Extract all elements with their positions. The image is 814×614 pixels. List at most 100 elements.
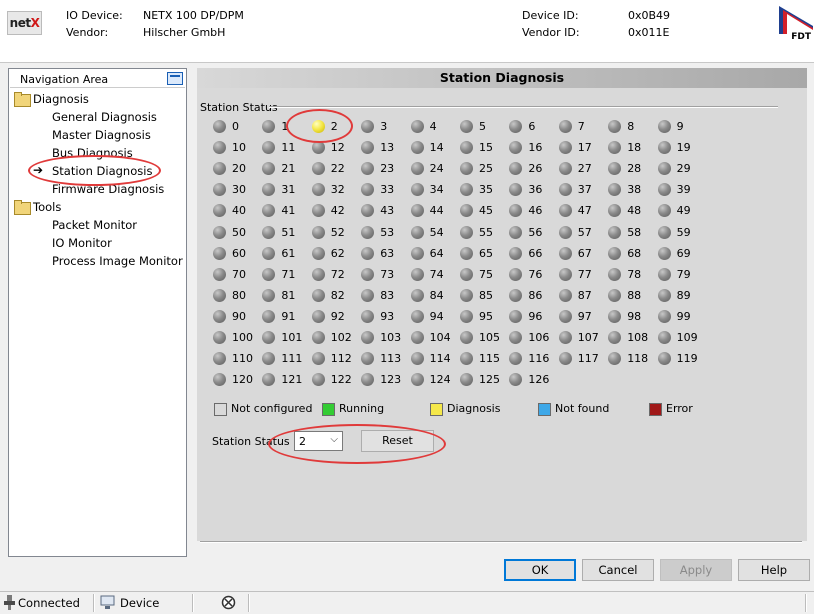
station-30[interactable]: 30 bbox=[213, 182, 262, 197]
station-28[interactable]: 28 bbox=[608, 161, 657, 176]
station-51[interactable]: 51 bbox=[262, 225, 311, 240]
station-120[interactable]: 120 bbox=[213, 372, 262, 387]
station-18[interactable]: 18 bbox=[608, 140, 657, 155]
station-3[interactable]: 3 bbox=[361, 119, 410, 134]
station-75[interactable]: 75 bbox=[460, 267, 509, 282]
station-99[interactable]: 99 bbox=[657, 309, 707, 324]
station-48[interactable]: 48 bbox=[608, 203, 657, 218]
station-70[interactable]: 70 bbox=[213, 267, 262, 282]
station-84[interactable]: 84 bbox=[410, 288, 460, 303]
station-111[interactable]: 111 bbox=[262, 351, 311, 366]
station-53[interactable]: 53 bbox=[361, 225, 410, 240]
station-65[interactable]: 65 bbox=[460, 246, 509, 261]
station-4[interactable]: 4 bbox=[410, 119, 460, 134]
ok-button[interactable]: OK bbox=[504, 559, 576, 581]
station-79[interactable]: 79 bbox=[657, 267, 707, 282]
station-42[interactable]: 42 bbox=[311, 203, 361, 218]
cancel-button[interactable]: Cancel bbox=[582, 559, 654, 581]
nav-item-process-image-monitor[interactable]: Process Image Monitor bbox=[52, 254, 183, 268]
station-49[interactable]: 49 bbox=[657, 203, 707, 218]
station-115[interactable]: 115 bbox=[460, 351, 509, 366]
station-78[interactable]: 78 bbox=[608, 267, 657, 282]
station-93[interactable]: 93 bbox=[361, 309, 410, 324]
station-89[interactable]: 89 bbox=[657, 288, 707, 303]
station-97[interactable]: 97 bbox=[558, 309, 608, 324]
station-56[interactable]: 56 bbox=[509, 225, 558, 240]
station-80[interactable]: 80 bbox=[213, 288, 262, 303]
station-100[interactable]: 100 bbox=[213, 330, 262, 345]
station-32[interactable]: 32 bbox=[311, 182, 361, 197]
station-112[interactable]: 112 bbox=[311, 351, 361, 366]
station-98[interactable]: 98 bbox=[608, 309, 657, 324]
station-82[interactable]: 82 bbox=[311, 288, 361, 303]
station-5[interactable]: 5 bbox=[460, 119, 509, 134]
station-35[interactable]: 35 bbox=[460, 182, 509, 197]
nav-item-packet-monitor[interactable]: Packet Monitor bbox=[52, 218, 137, 232]
nav-item-master-diagnosis[interactable]: Master Diagnosis bbox=[52, 128, 151, 142]
station-21[interactable]: 21 bbox=[262, 161, 311, 176]
station-121[interactable]: 121 bbox=[262, 372, 311, 387]
station-46[interactable]: 46 bbox=[509, 203, 558, 218]
station-63[interactable]: 63 bbox=[361, 246, 410, 261]
station-109[interactable]: 109 bbox=[657, 330, 707, 345]
station-37[interactable]: 37 bbox=[558, 182, 608, 197]
station-96[interactable]: 96 bbox=[509, 309, 558, 324]
station-87[interactable]: 87 bbox=[558, 288, 608, 303]
station-20[interactable]: 20 bbox=[213, 161, 262, 176]
station-24[interactable]: 24 bbox=[410, 161, 460, 176]
station-76[interactable]: 76 bbox=[509, 267, 558, 282]
station-11[interactable]: 11 bbox=[262, 140, 311, 155]
station-92[interactable]: 92 bbox=[311, 309, 361, 324]
nav-group-diagnosis[interactable]: Diagnosis bbox=[33, 92, 89, 106]
station-126[interactable]: 126 bbox=[509, 372, 558, 387]
station-26[interactable]: 26 bbox=[509, 161, 558, 176]
station-116[interactable]: 116 bbox=[509, 351, 558, 366]
station-105[interactable]: 105 bbox=[460, 330, 509, 345]
station-15[interactable]: 15 bbox=[460, 140, 509, 155]
station-104[interactable]: 104 bbox=[410, 330, 460, 345]
help-button[interactable]: Help bbox=[738, 559, 810, 581]
station-58[interactable]: 58 bbox=[608, 225, 657, 240]
station-122[interactable]: 122 bbox=[311, 372, 361, 387]
station-124[interactable]: 124 bbox=[410, 372, 460, 387]
station-73[interactable]: 73 bbox=[361, 267, 410, 282]
station-17[interactable]: 17 bbox=[558, 140, 608, 155]
station-102[interactable]: 102 bbox=[311, 330, 361, 345]
station-25[interactable]: 25 bbox=[460, 161, 509, 176]
station-72[interactable]: 72 bbox=[311, 267, 361, 282]
station-68[interactable]: 68 bbox=[608, 246, 657, 261]
station-59[interactable]: 59 bbox=[657, 225, 707, 240]
nav-item-io-monitor[interactable]: IO Monitor bbox=[52, 236, 112, 250]
station-9[interactable]: 9 bbox=[657, 119, 707, 134]
station-106[interactable]: 106 bbox=[509, 330, 558, 345]
station-62[interactable]: 62 bbox=[311, 246, 361, 261]
station-64[interactable]: 64 bbox=[410, 246, 460, 261]
station-67[interactable]: 67 bbox=[558, 246, 608, 261]
station-0[interactable]: 0 bbox=[213, 119, 262, 134]
station-55[interactable]: 55 bbox=[460, 225, 509, 240]
station-13[interactable]: 13 bbox=[361, 140, 410, 155]
station-38[interactable]: 38 bbox=[608, 182, 657, 197]
station-22[interactable]: 22 bbox=[311, 161, 361, 176]
station-114[interactable]: 114 bbox=[410, 351, 460, 366]
station-66[interactable]: 66 bbox=[509, 246, 558, 261]
station-41[interactable]: 41 bbox=[262, 203, 311, 218]
station-8[interactable]: 8 bbox=[608, 119, 657, 134]
station-54[interactable]: 54 bbox=[410, 225, 460, 240]
station-47[interactable]: 47 bbox=[558, 203, 608, 218]
station-69[interactable]: 69 bbox=[657, 246, 707, 261]
station-52[interactable]: 52 bbox=[311, 225, 361, 240]
station-110[interactable]: 110 bbox=[213, 351, 262, 366]
station-125[interactable]: 125 bbox=[460, 372, 509, 387]
station-86[interactable]: 86 bbox=[509, 288, 558, 303]
apply-button[interactable]: Apply bbox=[660, 559, 732, 581]
station-107[interactable]: 107 bbox=[558, 330, 608, 345]
station-119[interactable]: 119 bbox=[657, 351, 707, 366]
station-31[interactable]: 31 bbox=[262, 182, 311, 197]
station-57[interactable]: 57 bbox=[558, 225, 608, 240]
station-81[interactable]: 81 bbox=[262, 288, 311, 303]
station-6[interactable]: 6 bbox=[509, 119, 558, 134]
nav-item-general-diagnosis[interactable]: General Diagnosis bbox=[52, 110, 157, 124]
station-88[interactable]: 88 bbox=[608, 288, 657, 303]
station-95[interactable]: 95 bbox=[460, 309, 509, 324]
